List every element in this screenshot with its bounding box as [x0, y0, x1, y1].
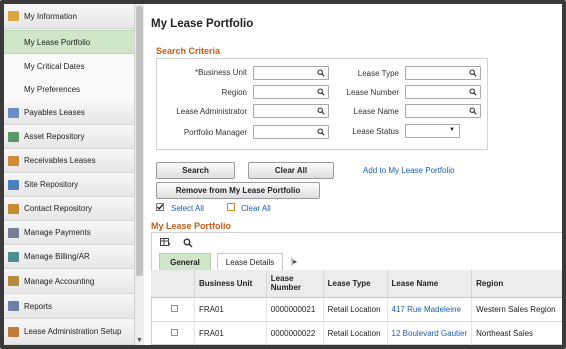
business-unit-label: *Business Unit	[194, 68, 247, 77]
sidebar-item-lease-administration-setup[interactable]: Lease Administration Setup	[4, 319, 134, 345]
setup-icon	[8, 326, 19, 337]
business-unit-cell: FRA01	[194, 321, 267, 345]
sidebar-subitem-my-critical-dates[interactable]: My Critical Dates	[4, 54, 134, 78]
clear-all-link[interactable]: Clear All	[241, 204, 271, 213]
lease-administrator-label: Lease Administrator	[176, 107, 247, 116]
sidebar-item-manage-payments[interactable]: Manage Payments	[4, 221, 134, 245]
lease-name-link[interactable]: 12 Boulevard Gautier	[387, 321, 473, 345]
accounting-icon	[8, 276, 19, 286]
find-icon[interactable]	[183, 238, 193, 248]
sidebar-subitem-my-preferences[interactable]: My Preferences	[4, 78, 134, 101]
payables-icon	[8, 107, 19, 118]
remove-from-portfolio-button[interactable]: Remove from My Lease Portfolio	[156, 182, 320, 199]
sidebar-item-label: My Information	[24, 11, 77, 21]
add-to-portfolio-link[interactable]: Add to My Lease Portfolio	[363, 166, 455, 175]
sidebar-item-reports[interactable]: Reports	[4, 294, 134, 319]
select-all-link[interactable]: Select All	[171, 204, 204, 213]
sidebar-item-manage-accounting[interactable]: Manage Accounting	[4, 269, 134, 294]
row-checkbox[interactable]	[171, 328, 178, 336]
lease-portfolio-grid: Business Unit Lease Number Lease Type Le…	[151, 270, 562, 345]
lease-number-header: Lease Number	[266, 270, 324, 298]
search-icon[interactable]	[469, 68, 477, 78]
billing-icon	[8, 251, 19, 262]
select-column-header	[151, 270, 195, 298]
personalize-grid-icon[interactable]	[160, 238, 171, 247]
tab-lease-details[interactable]: Lease Details	[217, 253, 283, 270]
search-icon[interactable]	[317, 106, 325, 116]
select-all-icon[interactable]	[156, 203, 164, 211]
scroll-down-icon[interactable]: ▼	[136, 337, 143, 344]
sidebar-item-manage-billing-ar[interactable]: Manage Billing/AR	[4, 245, 134, 269]
scrollbar-thumb[interactable]	[136, 6, 143, 276]
table-row: FRA01 0000000022 Retail Location 12 Boul…	[151, 321, 562, 345]
reports-icon	[8, 301, 19, 311]
search-icon[interactable]	[469, 106, 477, 116]
lease-type-header: Lease Type	[323, 270, 388, 298]
portfolio-manager-input[interactable]	[253, 125, 329, 139]
folder-icon	[8, 11, 19, 21]
region-cell: Western Sales Region	[471, 297, 562, 322]
region-header: Region	[471, 270, 562, 298]
search-icon[interactable]	[317, 68, 325, 78]
sidebar-item-site-repository[interactable]: Site Repository	[4, 173, 134, 197]
sidebar-scrollbar[interactable]: ▼	[134, 4, 144, 345]
portfolio-manager-label: Portfolio Manager	[183, 128, 247, 137]
tab-general[interactable]: General	[159, 253, 211, 270]
sidebar-item-my-information[interactable]: My Information	[4, 4, 134, 29]
lease-type-cell: Retail Location	[323, 297, 388, 322]
business-unit-header: Business Unit	[194, 270, 267, 298]
chevron-down-icon: ▼	[449, 127, 455, 133]
sidebar-item-contact-repository[interactable]: Contact Repository	[4, 197, 134, 221]
region-label: Region	[221, 88, 247, 97]
search-button[interactable]: Search	[156, 162, 235, 179]
clear-all-button[interactable]: Clear All	[248, 162, 334, 179]
lease-type-cell: Retail Location	[323, 321, 388, 345]
region-cell: Northeast Sales	[471, 321, 562, 345]
lease-status-select[interactable]: ▼	[405, 124, 460, 138]
lease-name-header: Lease Name	[387, 270, 473, 298]
lease-number-cell: 0000000021	[266, 297, 324, 322]
lease-number-input[interactable]	[405, 85, 481, 99]
business-unit-input[interactable]	[253, 66, 329, 80]
sidebar-item-asset-repository[interactable]: Asset Repository	[4, 125, 134, 149]
business-unit-cell: FRA01	[194, 297, 267, 322]
show-all-columns-icon[interactable]: |▸	[291, 257, 297, 266]
row-checkbox[interactable]	[171, 304, 178, 312]
asset-icon	[8, 131, 19, 142]
lease-name-input[interactable]	[405, 104, 481, 118]
clear-all-icon[interactable]	[227, 203, 235, 211]
grid-title: My Lease Portfolio	[151, 221, 232, 231]
app-window: My Information My Lease Portfolio My Cri…	[0, 0, 566, 349]
lease-type-label: Lease Type	[357, 69, 399, 78]
payments-icon	[8, 227, 19, 238]
lease-type-input[interactable]	[405, 66, 481, 80]
receivables-icon	[8, 155, 19, 166]
contact-icon	[8, 203, 19, 214]
sidebar-subitem-my-lease-portfolio[interactable]: My Lease Portfolio	[4, 30, 134, 54]
lease-name-link[interactable]: 417 Rue Madeleine	[387, 297, 473, 322]
region-input[interactable]	[253, 85, 329, 99]
lease-status-label: Lease Status	[352, 127, 399, 136]
table-row: FRA01 0000000021 Retail Location 417 Rue…	[151, 297, 562, 322]
page-title: My Lease Portfolio	[151, 18, 254, 30]
lease-administrator-input[interactable]	[253, 104, 329, 118]
search-icon[interactable]	[317, 87, 325, 97]
search-icon[interactable]	[317, 127, 325, 137]
search-criteria-title: Search Criteria	[156, 46, 221, 56]
search-icon[interactable]	[469, 87, 477, 97]
sidebar: My Information My Lease Portfolio My Cri…	[4, 4, 134, 345]
site-icon	[8, 179, 19, 190]
sidebar-item-receivables-leases[interactable]: Receivables Leases	[4, 149, 134, 173]
lease-name-label: Lease Name	[353, 107, 399, 116]
main-content: My Lease Portfolio Search Criteria *Busi…	[145, 4, 562, 345]
sidebar-item-payables-leases[interactable]: Payables Leases	[4, 101, 134, 125]
lease-number-label: Lease Number	[346, 88, 399, 97]
lease-number-cell: 0000000022	[266, 321, 324, 345]
